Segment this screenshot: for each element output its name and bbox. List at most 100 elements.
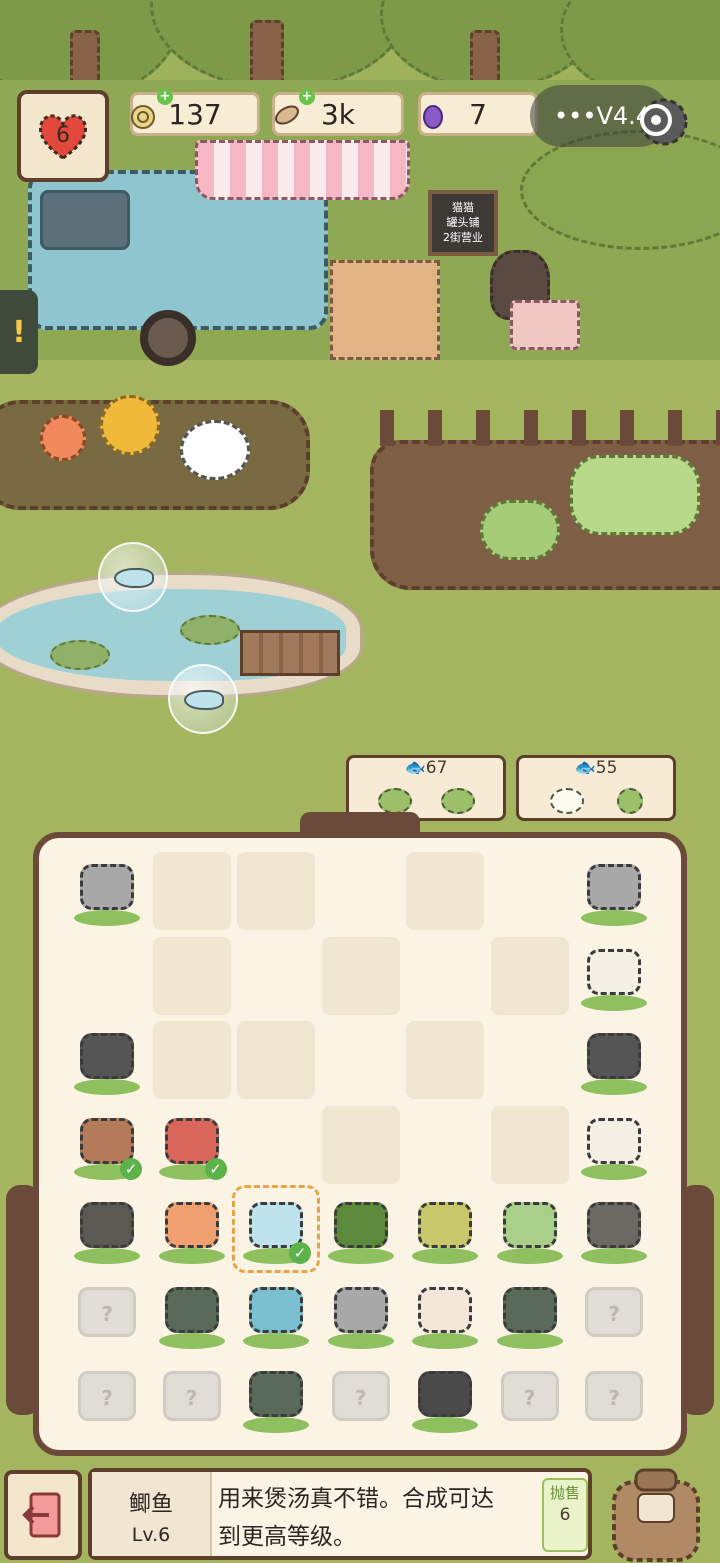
mystery-box-icon: ?: [331, 1371, 390, 1421]
empty-cell[interactable]: [152, 852, 231, 930]
empty-cell[interactable]: [406, 852, 484, 930]
pumpkin-icon: [418, 1371, 472, 1417]
truck-windshield: [40, 190, 130, 250]
board-item-shrub[interactable]: [153, 1275, 231, 1353]
empty-cell[interactable]: [406, 1021, 484, 1099]
empty-cell[interactable]: [152, 936, 231, 1015]
coin-counter[interactable]: + 137: [130, 89, 260, 136]
add-fish-button[interactable]: +: [299, 89, 315, 105]
board-item-chest[interactable]: [575, 852, 653, 930]
lettuce: [480, 500, 560, 560]
sell-button[interactable]: 抛售 6: [542, 1478, 588, 1552]
locked-cell[interactable]: ?: [68, 1359, 146, 1437]
grass-tuft: [74, 1248, 140, 1264]
chest-icon: [80, 864, 134, 910]
board-item-crab[interactable]: ✓: [153, 1106, 231, 1184]
fish-bubble[interactable]: [98, 542, 168, 612]
board-item-squid[interactable]: ✓: [68, 1106, 146, 1184]
rock-bush-icon: [587, 1033, 641, 1079]
board-item-rock-bush[interactable]: [575, 1021, 653, 1099]
sell-label: 抛售: [549, 1484, 580, 1502]
board-item-egg-chick[interactable]: [575, 937, 653, 1015]
side-alert-button[interactable]: !: [0, 290, 38, 374]
board-item-cow[interactable]: [406, 1275, 484, 1353]
board-item-koi[interactable]: [153, 1190, 231, 1268]
shop-sign: 猫猫 罐头铺 2街营业: [428, 190, 498, 256]
backpack-button[interactable]: [604, 1462, 708, 1562]
board-item-seed[interactable]: [68, 1190, 146, 1268]
lily-pad: [50, 640, 110, 670]
grass-tuft: [581, 910, 647, 926]
empty-cell[interactable]: [321, 936, 400, 1015]
gear-icon: [640, 98, 688, 146]
grass-tuft: [158, 1248, 225, 1264]
item-info-panel: 鲫鱼 Lv.6 用来煲汤真不错。合成可达 到更高等级。 抛售 6: [88, 1468, 592, 1560]
locked-cell[interactable]: ?: [322, 1359, 400, 1437]
item-description-line: 到更高等级。: [218, 1524, 356, 1550]
locked-cell[interactable]: ?: [68, 1275, 146, 1353]
treasure-chest[interactable]: [510, 300, 580, 350]
stump-icon: [587, 1202, 641, 1248]
grass-tuft: [412, 1417, 478, 1433]
board-item-chest[interactable]: [322, 1275, 400, 1353]
wooden-dock: [240, 630, 340, 676]
board-item-rock-bush[interactable]: [68, 1021, 146, 1099]
board-item-stump[interactable]: [575, 1190, 653, 1268]
board-item-kelp[interactable]: [406, 1190, 484, 1268]
sprout-icon: [616, 788, 643, 814]
tulip: [40, 415, 86, 461]
hearts-count: 6: [56, 123, 70, 148]
settings-button[interactable]: [628, 92, 694, 152]
empty-cell[interactable]: [152, 1021, 231, 1099]
grass-tuft: [243, 1332, 309, 1349]
sunflower: [100, 395, 160, 455]
cow-icon: [418, 1286, 472, 1333]
board-item-crucian-selected[interactable]: ✓: [232, 1185, 320, 1273]
order-card[interactable]: 🐟55: [516, 755, 676, 821]
add-coin-button[interactable]: +: [157, 89, 173, 105]
crucian-icon: [249, 1202, 303, 1248]
koi-icon: [164, 1202, 219, 1248]
item-name-box: 鲫鱼 Lv.6: [92, 1472, 212, 1556]
energy-heart-button[interactable]: 6: [17, 90, 109, 182]
fish-price-icon: 🐟: [574, 758, 596, 778]
cabbages: [570, 455, 700, 535]
board-item-pumpkin[interactable]: [406, 1359, 484, 1437]
fish-currency-icon: [269, 97, 305, 133]
exit-button[interactable]: [4, 1470, 82, 1560]
empty-cell[interactable]: [237, 852, 315, 930]
board-item-lily-pad[interactable]: [491, 1190, 569, 1268]
mystery-box-icon: ?: [585, 1286, 643, 1337]
shrub-icon: [502, 1286, 557, 1333]
empty-cell[interactable]: [490, 936, 569, 1015]
chicken-icon: [587, 1117, 641, 1164]
empty-cell[interactable]: [490, 1105, 569, 1184]
locked-cell[interactable]: ?: [575, 1275, 653, 1353]
locked-cell[interactable]: ?: [491, 1359, 569, 1437]
grass-tuft: [74, 1079, 140, 1095]
empty-cell[interactable]: [321, 1105, 400, 1184]
item-name: 鲫鱼: [128, 1492, 173, 1517]
crab-icon: [164, 1117, 219, 1164]
gem-counter[interactable]: 7: [418, 92, 538, 136]
crates: [330, 260, 440, 360]
board-item-tuna[interactable]: [237, 1275, 315, 1353]
board-item-chest[interactable]: [68, 852, 146, 930]
grass-tuft: [74, 910, 140, 926]
tuna-icon: [249, 1286, 303, 1333]
locked-cell[interactable]: ?: [153, 1359, 231, 1437]
locked-cell[interactable]: ?: [575, 1359, 653, 1437]
board-item-shrub[interactable]: [237, 1359, 315, 1437]
egg-chick-icon: [587, 948, 641, 995]
empty-cell[interactable]: [237, 1021, 315, 1099]
mystery-box-icon: ?: [162, 1371, 221, 1421]
board-item-seedling[interactable]: [322, 1190, 400, 1268]
grass-tuft: [581, 1163, 647, 1180]
board-item-shrub[interactable]: [491, 1275, 569, 1353]
grass-tuft: [327, 1248, 394, 1264]
grass-tuft: [496, 1332, 563, 1349]
item-description-line: 用来煲汤真不错。合成可达: [218, 1486, 494, 1512]
fish-bubble[interactable]: [168, 664, 238, 734]
fish-counter[interactable]: + 3k: [269, 89, 404, 136]
board-item-chicken[interactable]: [575, 1106, 653, 1184]
